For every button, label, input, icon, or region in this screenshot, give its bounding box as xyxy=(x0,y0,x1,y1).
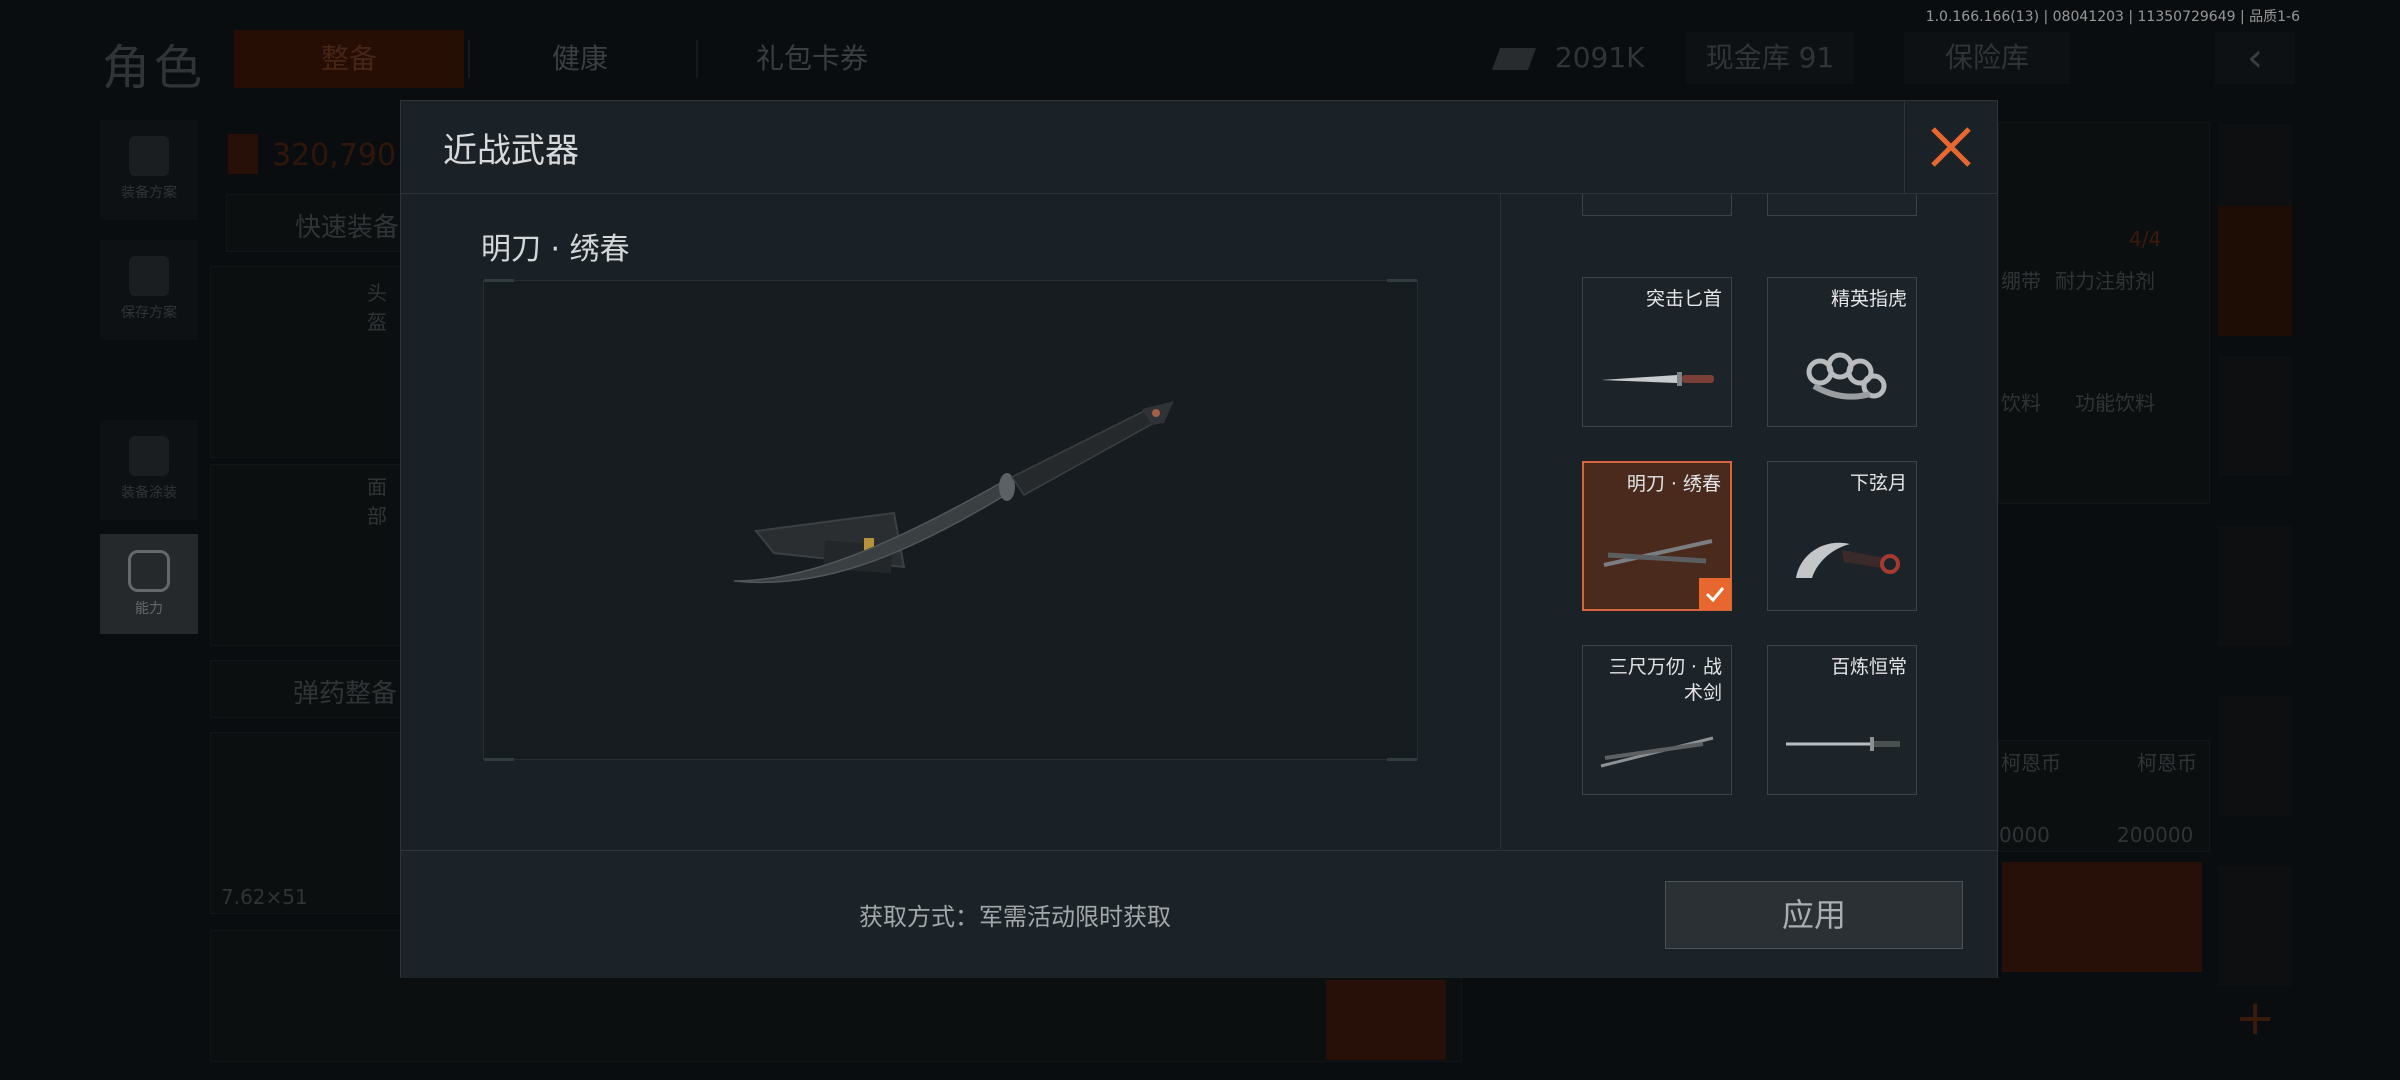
dialog-footer: 获取方式：军需活动限时获取 应用 xyxy=(401,850,1997,978)
weapon-card-assault-dagger[interactable]: 突击匕首 xyxy=(1582,277,1732,427)
weapon-card-hidden[interactable] xyxy=(1767,194,1917,216)
weapon-card-crescent-moon[interactable]: 下弦月 xyxy=(1767,461,1917,611)
weapon-name: 三尺万仞 · 战术剑 xyxy=(1608,656,1722,704)
weapon-grid[interactable]: 突击匕首 精英指虎 明刀 · 绣春 下弦月 三尺万仞 · 战术剑 百炼恒常 xyxy=(1502,194,1997,849)
selected-item-name: 明刀 · 绣春 xyxy=(481,232,630,267)
preview-area: 明刀 · 绣春 xyxy=(401,194,1501,849)
weapon-name: 明刀 · 绣春 xyxy=(1626,473,1721,495)
dagger-icon xyxy=(1601,372,1714,386)
sabre-icon xyxy=(733,401,1174,584)
weapon-name: 突击匕首 xyxy=(1645,288,1722,310)
knuckles-icon xyxy=(1806,352,1887,400)
selected-check xyxy=(1699,578,1731,610)
weapon-card-ming-dao-xiuchun[interactable]: 明刀 · 绣春 xyxy=(1582,461,1732,611)
weapon-card-tactical-sword[interactable]: 三尺万仞 · 战术剑 xyxy=(1582,645,1732,795)
close-icon xyxy=(1931,127,1971,167)
weapon-name: 精英指虎 xyxy=(1830,288,1907,310)
weapon-card-bailian-hengchang[interactable]: 百炼恒常 xyxy=(1767,645,1917,795)
dialog-title: 近战武器 xyxy=(443,131,579,171)
weapon-name: 下弦月 xyxy=(1849,472,1907,494)
checkmark-icon xyxy=(1705,587,1725,603)
apply-button[interactable]: 应用 xyxy=(1665,881,1963,949)
weapon-card-hidden[interactable] xyxy=(1582,194,1732,216)
long-sword-icon xyxy=(1786,737,1900,751)
weapon-card-elite-knuckles[interactable]: 精英指虎 xyxy=(1767,277,1917,427)
weapon-preview[interactable] xyxy=(483,279,1418,761)
acquire-method: 获取方式：军需活动限时获取 xyxy=(859,903,1171,931)
melee-weapon-dialog: 近战武器 明刀 · 绣春 突击匕首 精英指虎 明刀 · 绣春 下弦月 三尺万仞 … xyxy=(400,100,1998,978)
close-button[interactable] xyxy=(1904,101,1997,193)
weapon-name: 百炼恒常 xyxy=(1830,656,1907,678)
tactical-sword-icon xyxy=(1600,736,1714,768)
dialog-header: 近战武器 xyxy=(401,101,1997,194)
karambit-icon xyxy=(1796,542,1900,578)
